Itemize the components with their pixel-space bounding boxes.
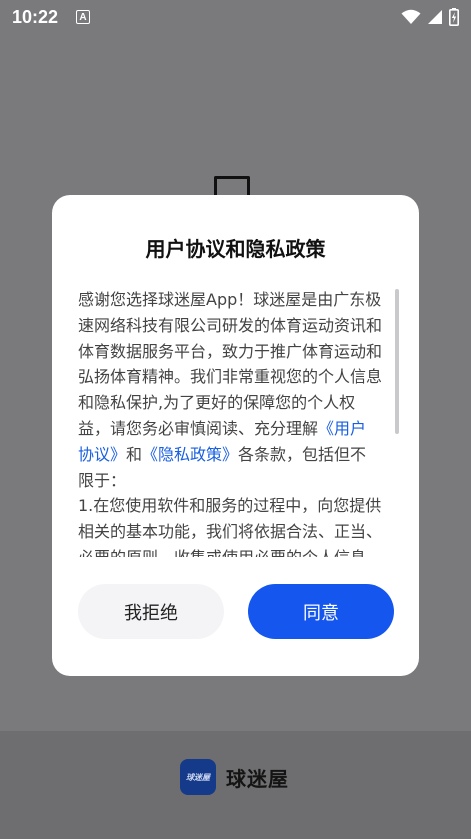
- status-bar: 10:22 A: [0, 0, 471, 34]
- dialog-body-text: 感谢您选择球迷屋App！球迷屋是由广东极速网络科技有限公司研发的体育运动资讯和体…: [78, 287, 382, 557]
- app-logo-icon: 球迷屋: [180, 759, 216, 795]
- body-item-1: 1.在您使用软件和服务的过程中，向您提供相关的基本功能，我们将依据合法、正当、必…: [78, 496, 383, 557]
- brand-footer: 球迷屋 球迷屋: [180, 759, 289, 795]
- dialog-body-scroll[interactable]: 感谢您选择球迷屋App！球迷屋是由广东极速网络科技有限公司研发的体育运动资讯和体…: [78, 287, 394, 557]
- privacy-policy-link[interactable]: 《隐私政策》: [142, 445, 238, 464]
- battery-charging-icon: [449, 8, 459, 26]
- body-and: 和: [126, 444, 143, 464]
- reject-button[interactable]: 我拒绝: [78, 584, 224, 639]
- status-icons: [401, 8, 459, 26]
- agreement-dialog: 用户协议和隐私政策 感谢您选择球迷屋App！球迷屋是由广东极速网络科技有限公司研…: [52, 195, 419, 676]
- notification-icon: A: [76, 10, 91, 24]
- agree-button[interactable]: 同意: [248, 584, 394, 639]
- dialog-scrollbar[interactable]: [395, 289, 399, 434]
- wifi-icon: [401, 9, 421, 24]
- status-time: 10:22: [12, 6, 59, 27]
- signal-icon: [428, 10, 442, 24]
- brand-name: 球迷屋: [226, 766, 289, 791]
- dialog-title: 用户协议和隐私政策: [145, 237, 326, 261]
- body-intro: 感谢您选择球迷屋App！球迷屋是由广东极速网络科技有限公司研发的体育运动资讯和体…: [78, 290, 383, 438]
